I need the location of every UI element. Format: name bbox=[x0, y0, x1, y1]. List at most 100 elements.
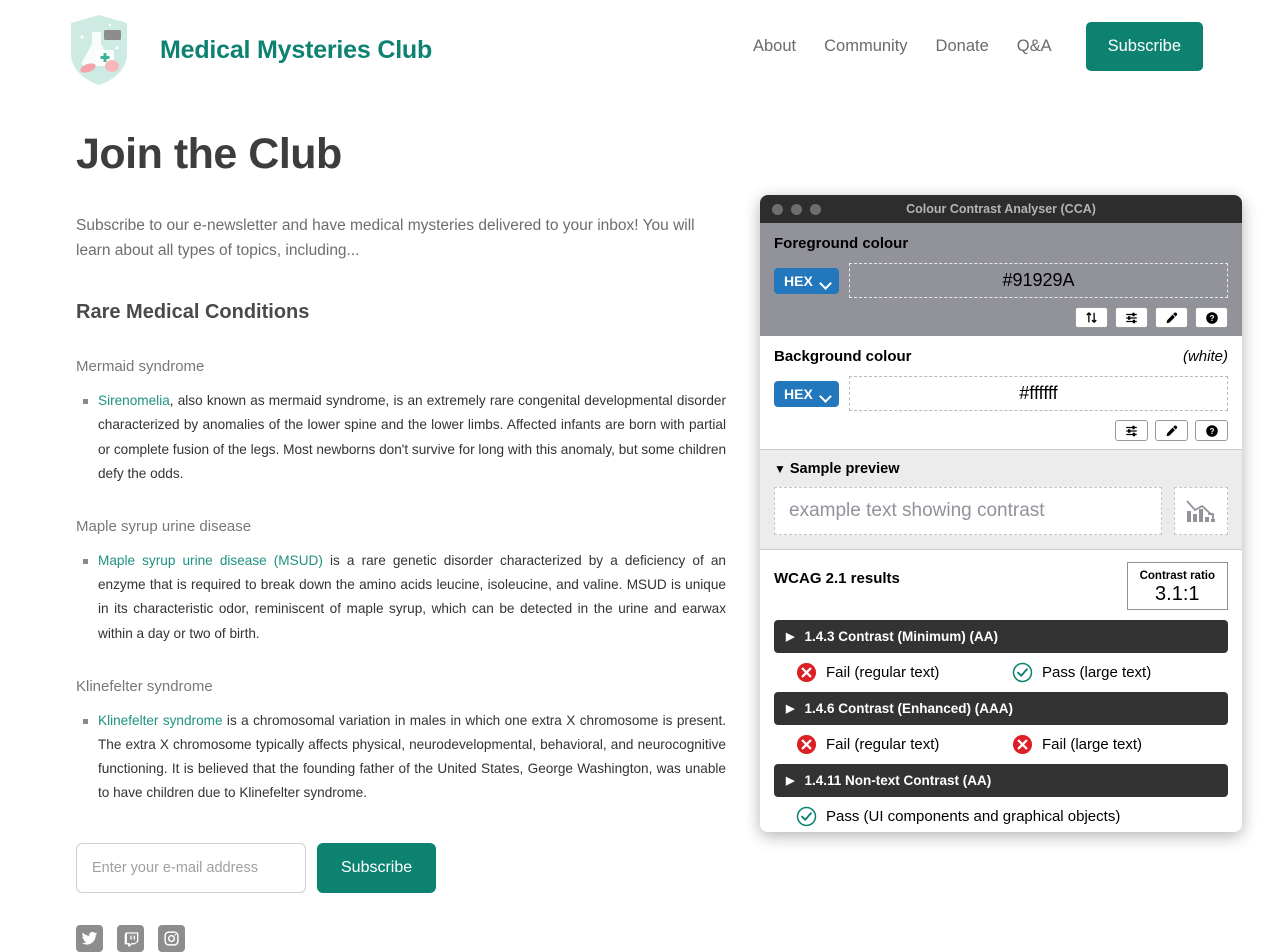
sliders-icon[interactable] bbox=[1115, 420, 1148, 441]
criterion-label: 1.4.6 Contrast (Enhanced) (AAA) bbox=[804, 701, 1013, 716]
nav-item-qa[interactable]: Q&A bbox=[1003, 37, 1066, 56]
fail-icon bbox=[796, 662, 817, 683]
verdict-fail-large: Fail (large text) bbox=[1012, 734, 1228, 755]
swap-icon[interactable] bbox=[1075, 307, 1108, 328]
twitch-icon[interactable] bbox=[117, 925, 144, 952]
condition-list-mermaid: Sirenomelia, also known as mermaid syndr… bbox=[76, 389, 726, 486]
sample-graphic bbox=[1174, 487, 1228, 535]
background-label: Background colour bbox=[774, 348, 912, 365]
minimize-button[interactable] bbox=[791, 203, 802, 215]
list-item: Klinefelter syndrome is a chromosomal va… bbox=[83, 709, 726, 806]
verdict-row-1411: Pass (UI components and graphical object… bbox=[774, 797, 1228, 832]
sample-preview-panel: ▼ Sample preview example text showing con… bbox=[760, 450, 1242, 550]
background-buttons: ? bbox=[774, 420, 1228, 441]
contrast-ratio-label: Contrast ratio bbox=[1139, 570, 1215, 582]
subscribe-form: Subscribe bbox=[76, 843, 726, 894]
background-format-select-wrap[interactable]: HEX bbox=[774, 380, 839, 407]
pass-icon bbox=[1012, 662, 1033, 683]
foreground-buttons: ? bbox=[774, 307, 1228, 328]
twitter-icon[interactable] bbox=[76, 925, 103, 952]
background-panel: Background colour (white) HEX ? bbox=[760, 336, 1242, 450]
caret-right-icon: ▶ bbox=[786, 775, 795, 787]
contrast-ratio-box: Contrast ratio 3.1:1 bbox=[1126, 562, 1228, 610]
nav-item-donate[interactable]: Donate bbox=[922, 37, 1003, 56]
results-title: WCAG 2.1 results bbox=[774, 570, 900, 587]
sample-text: example text showing contrast bbox=[774, 487, 1162, 535]
sample-preview-heading: Sample preview bbox=[789, 461, 900, 477]
verdict-text: Pass (UI components and graphical object… bbox=[826, 808, 1121, 825]
background-note: (white) bbox=[1182, 348, 1228, 365]
condition-body: , also known as mermaid syndrome, is an … bbox=[98, 393, 726, 481]
verdict-row-143: Fail (regular text) Pass (large text) bbox=[774, 653, 1228, 692]
caret-right-icon: ▶ bbox=[786, 631, 795, 643]
criterion-1411[interactable]: ▶ 1.4.11 Non-text Contrast (AA) bbox=[774, 764, 1228, 797]
verdict-fail-regular: Fail (regular text) bbox=[796, 662, 1012, 683]
criterion-143[interactable]: ▶ 1.4.3 Contrast (Minimum) (AA) bbox=[774, 620, 1228, 653]
verdict-text: Pass (large text) bbox=[1042, 664, 1152, 681]
brand-title: Medical Mysteries Club bbox=[160, 35, 433, 64]
verdict-pass-nontext: Pass (UI components and graphical object… bbox=[796, 806, 1120, 827]
nav-item-about[interactable]: About bbox=[739, 37, 810, 56]
page-title: Join the Club bbox=[76, 130, 342, 178]
cca-titlebar[interactable]: Colour Contrast Analyser (CCA) bbox=[760, 195, 1242, 223]
window-title: Colour Contrast Analyser (CCA) bbox=[906, 202, 1096, 216]
bar-chart-declining-icon bbox=[1186, 500, 1215, 522]
social-links bbox=[76, 925, 726, 952]
sliders-icon[interactable] bbox=[1115, 307, 1148, 328]
caret-right-icon: ▶ bbox=[786, 703, 795, 715]
condition-link-sirenomelia[interactable]: Sirenomelia bbox=[98, 393, 170, 408]
foreground-hex-input[interactable] bbox=[849, 263, 1228, 298]
form-subscribe-button[interactable]: Subscribe bbox=[317, 843, 437, 894]
nav-item-community[interactable]: Community bbox=[810, 37, 921, 56]
verdict-fail-regular: Fail (regular text) bbox=[796, 734, 1012, 755]
condition-title-msud: Maple syrup urine disease bbox=[76, 517, 252, 535]
eyedropper-icon[interactable] bbox=[1155, 307, 1188, 328]
condition-title-klinefelter: Klinefelter syndrome bbox=[76, 677, 213, 695]
foreground-format-select[interactable]: HEX bbox=[774, 267, 839, 294]
main-content: Join the Club Subscribe to our e-newslet… bbox=[76, 130, 726, 952]
shield-science-logo-icon bbox=[63, 7, 135, 93]
background-hex-input[interactable] bbox=[849, 376, 1228, 411]
main-nav: About Community Donate Q&A Subscribe bbox=[739, 22, 1203, 71]
header-subscribe-button[interactable]: Subscribe bbox=[1085, 22, 1203, 71]
verdict-text: Fail (large text) bbox=[1042, 736, 1143, 753]
foreground-panel: Foreground colour HEX ? bbox=[760, 223, 1242, 336]
criterion-146[interactable]: ▶ 1.4.6 Contrast (Enhanced) (AAA) bbox=[774, 692, 1228, 725]
maximize-button[interactable] bbox=[810, 203, 821, 215]
wcag-results-panel: WCAG 2.1 results Contrast ratio 3.1:1 ▶ … bbox=[760, 550, 1242, 832]
email-field[interactable] bbox=[76, 843, 306, 894]
foreground-label: Foreground colour bbox=[774, 235, 909, 252]
condition-link-msud[interactable]: Maple syrup urine disease (MSUD) bbox=[98, 553, 323, 568]
sample-preview-toggle[interactable]: ▼ Sample preview bbox=[774, 461, 1228, 477]
list-item: Sirenomelia, also known as mermaid syndr… bbox=[83, 389, 726, 486]
svg-text:?: ? bbox=[1209, 314, 1214, 323]
foreground-format-select-wrap[interactable]: HEX bbox=[774, 267, 839, 294]
cca-window: Colour Contrast Analyser (CCA) Foregroun… bbox=[760, 195, 1242, 832]
contrast-ratio-value: 3.1:1 bbox=[1155, 583, 1200, 605]
background-format-select[interactable]: HEX bbox=[774, 380, 839, 407]
svg-text:?: ? bbox=[1209, 427, 1214, 436]
criterion-label: 1.4.11 Non-text Contrast (AA) bbox=[804, 773, 992, 788]
eyedropper-icon[interactable] bbox=[1155, 420, 1188, 441]
condition-list-msud: Maple syrup urine disease (MSUD) is a ra… bbox=[76, 549, 726, 646]
site-header: Medical Mysteries Club About Community D… bbox=[0, 0, 1275, 100]
caret-down-icon: ▼ bbox=[774, 462, 786, 476]
verdict-row-146: Fail (regular text) Fail (large text) bbox=[774, 725, 1228, 764]
condition-link-klinefelter[interactable]: Klinefelter syndrome bbox=[98, 713, 223, 728]
help-icon[interactable]: ? bbox=[1195, 420, 1228, 441]
pass-icon bbox=[796, 806, 817, 827]
condition-title-mermaid: Mermaid syndrome bbox=[76, 358, 205, 376]
close-button[interactable] bbox=[772, 203, 783, 215]
brand[interactable]: Medical Mysteries Club bbox=[60, 6, 432, 94]
criterion-label: 1.4.3 Contrast (Minimum) (AA) bbox=[804, 629, 998, 644]
list-item: Maple syrup urine disease (MSUD) is a ra… bbox=[83, 549, 726, 646]
verdict-text: Fail (regular text) bbox=[826, 664, 940, 681]
verdict-text: Fail (regular text) bbox=[826, 736, 940, 753]
instagram-icon[interactable] bbox=[158, 925, 185, 952]
help-icon[interactable]: ? bbox=[1195, 307, 1228, 328]
section-heading: Rare Medical Conditions bbox=[76, 301, 310, 324]
condition-list-klinefelter: Klinefelter syndrome is a chromosomal va… bbox=[76, 709, 726, 806]
window-controls[interactable] bbox=[772, 203, 821, 215]
verdict-pass-large: Pass (large text) bbox=[1012, 662, 1228, 683]
fail-icon bbox=[1012, 734, 1033, 755]
